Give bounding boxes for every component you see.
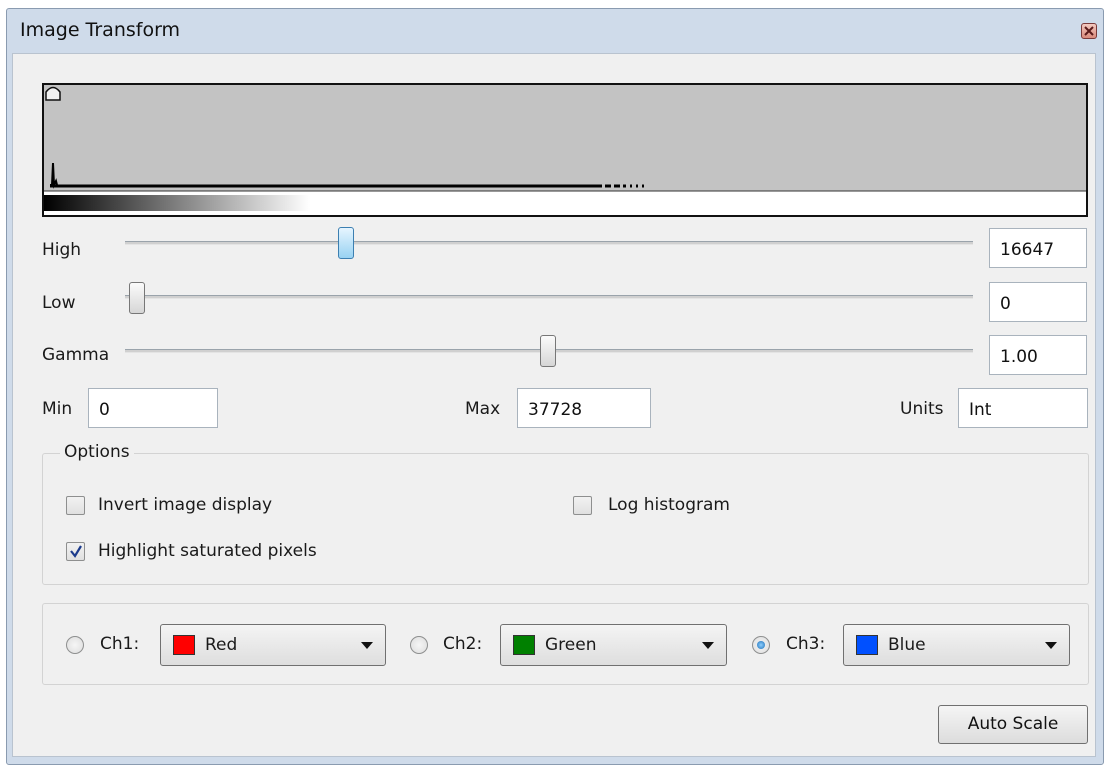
invert-checkbox[interactable] [66,496,85,515]
green-swatch [513,635,535,655]
close-icon [1084,26,1094,36]
auto-scale-button[interactable]: Auto Scale [938,705,1088,744]
high-slider-thumb[interactable] [338,227,354,259]
ch3-label: Ch3: [786,634,826,654]
chevron-down-icon [1045,642,1057,649]
min-field[interactable]: 0 [88,388,218,428]
log-histogram-checkbox[interactable] [573,496,592,515]
gamma-value-field[interactable]: 1.00 [989,335,1087,375]
ch1-radio[interactable] [66,636,84,654]
histogram-panel [42,83,1088,217]
checkmark-icon [70,545,82,558]
window-title: Image Transform [20,19,181,41]
units-label: Units [900,399,944,419]
low-slider-track[interactable] [125,295,973,299]
ch2-radio[interactable] [410,636,428,654]
highlight-label[interactable]: Highlight saturated pixels [98,541,317,561]
ch3-radio[interactable] [752,636,770,654]
ch2-color-select[interactable]: Green [500,624,727,666]
ch3-color-select[interactable]: Blue [843,624,1070,666]
red-swatch [173,635,195,655]
low-label: Low [42,293,76,313]
highlight-checkbox[interactable] [66,542,85,561]
log-histogram-label[interactable]: Log histogram [608,495,730,515]
low-slider-thumb[interactable] [129,282,145,314]
max-label: Max [465,399,501,419]
ch2-label: Ch2: [443,634,483,654]
ch2-color-value: Green [545,635,597,655]
gray-ramp [44,195,310,211]
chevron-down-icon [361,642,373,649]
low-value-field[interactable]: 0 [989,282,1087,322]
options-legend: Options [60,442,134,462]
high-value-field[interactable]: 16647 [989,228,1087,268]
title-bar[interactable]: Image Transform [6,8,1104,54]
invert-label[interactable]: Invert image display [98,495,272,515]
ch1-label: Ch1: [100,634,140,654]
close-button[interactable] [1081,23,1097,39]
gamma-slider-thumb[interactable] [540,335,556,367]
gamma-label: Gamma [42,345,110,365]
max-field[interactable]: 37728 [517,388,651,428]
ch3-color-value: Blue [888,635,926,655]
ch1-color-value: Red [205,635,238,655]
high-label: High [42,240,82,260]
options-group [42,453,1089,585]
ch1-color-select[interactable]: Red [160,624,386,666]
gamma-marker-icon [45,86,61,101]
units-field[interactable]: Int [958,388,1088,428]
high-slider-track[interactable] [125,241,973,245]
chevron-down-icon [702,642,714,649]
min-label: Min [42,399,73,419]
blue-swatch [856,635,878,655]
